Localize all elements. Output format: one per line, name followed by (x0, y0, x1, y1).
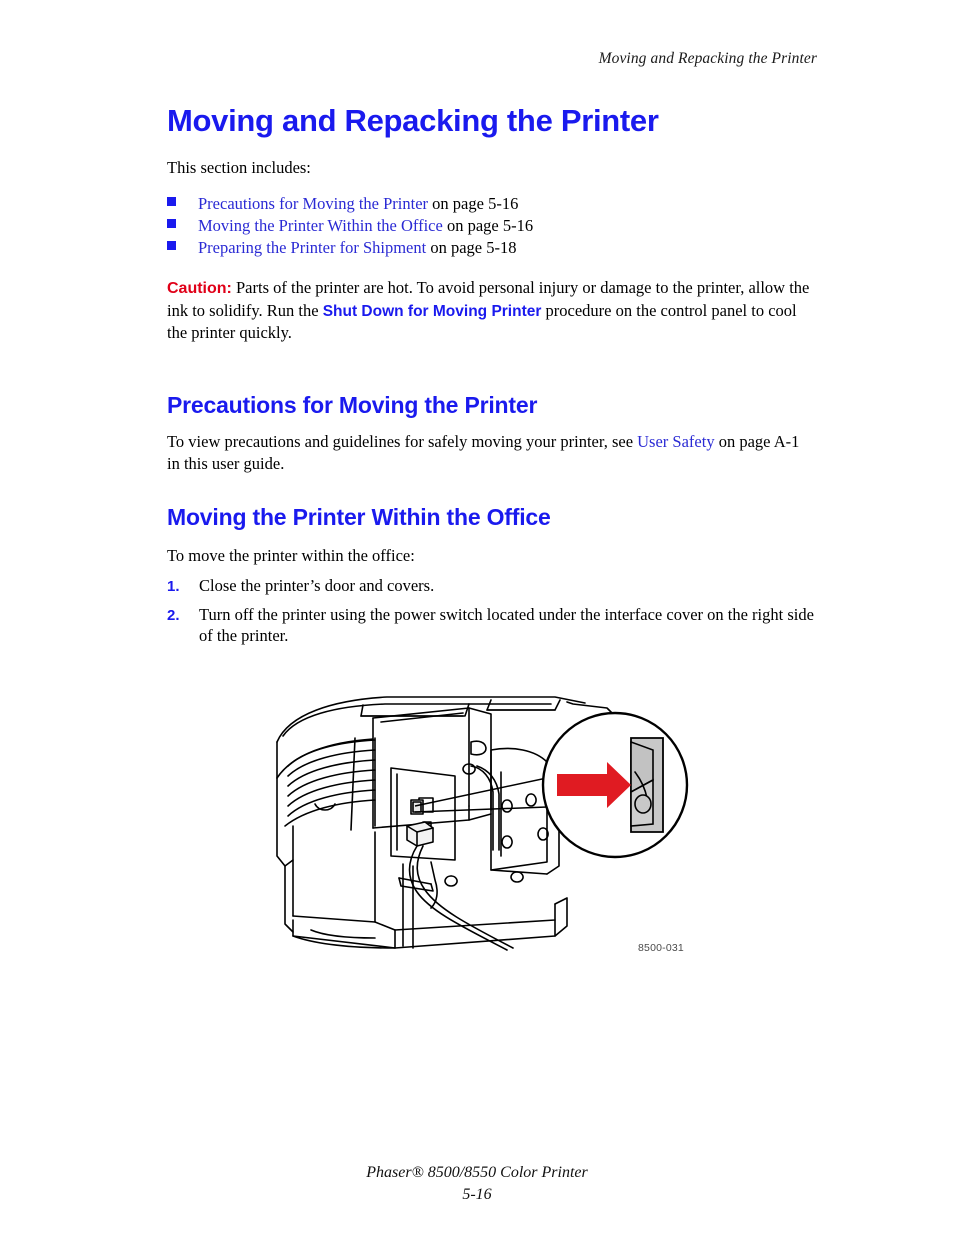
caution-note: Caution: Parts of the printer are hot. T… (167, 277, 819, 344)
control-panel-procedure-name: Shut Down for Moving Printer (322, 302, 542, 320)
list-item[interactable]: Precautions for Moving the Printer on pa… (167, 194, 817, 216)
intro-text: This section includes: (167, 158, 311, 177)
page-footer: Phaser® 8500/8550 Color Printer 5-16 (0, 1162, 954, 1205)
figure-id-label: 8500-031 (638, 942, 684, 954)
step-text: Close the printer’s door and covers. (199, 576, 435, 595)
step-item: 2. Turn off the printer using the power … (167, 604, 819, 647)
footer-product-name: Phaser® 8500/8550 Color Printer (366, 1164, 588, 1181)
bullet-square-icon (167, 241, 176, 250)
bullet-square-icon (167, 197, 176, 206)
running-header: Moving and Repacking the Printer (598, 50, 817, 67)
step-item: 1. Close the printer’s door and covers. (167, 575, 819, 598)
printer-illustration: 8500-031 (255, 680, 715, 980)
document-page: Moving and Repacking the Printer Moving … (0, 0, 954, 1235)
step-number: 1. (167, 578, 180, 595)
power-switch-graphic (630, 737, 664, 833)
moving-office-intro: To move the printer within the office: (167, 546, 415, 565)
xref-link[interactable]: Precautions for Moving the Printer (198, 194, 428, 213)
caution-label: Caution: (167, 280, 232, 297)
step-text: Turn off the printer using the power swi… (199, 604, 814, 646)
user-safety-link[interactable]: User Safety (637, 432, 714, 451)
step-number: 2. (167, 606, 180, 624)
list-item[interactable]: Moving the Printer Within the Office on … (167, 216, 817, 238)
section-heading-moving-office: Moving the Printer Within the Office (167, 504, 551, 530)
list-item[interactable]: Preparing the Printer for Shipment on pa… (167, 238, 817, 260)
printer-rear-view-svg (276, 696, 689, 951)
section-link-list: Precautions for Moving the Printer on pa… (167, 194, 817, 260)
bullet-square-icon (167, 219, 176, 228)
xref-link[interactable]: Preparing the Printer for Shipment (198, 238, 426, 257)
xref-page-suffix: on page 5-16 (442, 216, 534, 235)
numbered-step-list: 1. Close the printer’s door and covers. … (167, 575, 819, 653)
page-title: Moving and Repacking the Printer (167, 103, 659, 138)
footer-page-number: 5-16 (462, 1186, 492, 1203)
xref-page-suffix: on page 5-18 (426, 238, 517, 257)
section-heading-precautions: Precautions for Moving the Printer (167, 392, 538, 418)
xref-link[interactable]: Moving the Printer Within the Office (198, 216, 443, 235)
xref-page-suffix: on page 5-16 (428, 194, 519, 213)
precautions-text-before: To view precautions and guidelines for s… (167, 432, 638, 451)
precautions-paragraph: To view precautions and guidelines for s… (167, 431, 807, 474)
